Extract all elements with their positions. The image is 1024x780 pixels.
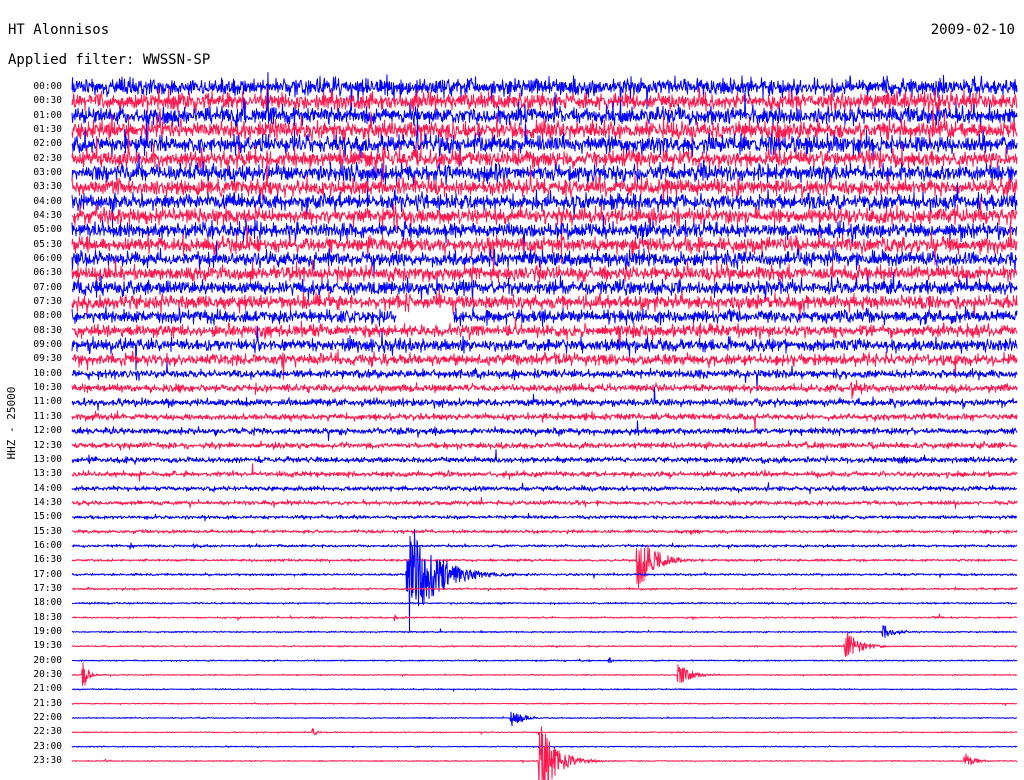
trace-2200 — [72, 711, 1018, 727]
trace-0700 — [71, 272, 1018, 303]
trace-1100 — [71, 386, 1018, 411]
trace-1430 — [71, 496, 1018, 509]
trace-1500 — [71, 512, 1018, 522]
trace-1900 — [71, 625, 1018, 638]
trace-2000 — [72, 657, 1018, 664]
trace-1330 — [71, 463, 1018, 482]
trace-1730 — [71, 586, 1018, 592]
trace-1130 — [71, 410, 1018, 433]
trace-1830 — [72, 613, 1018, 622]
trace-1930 — [71, 631, 1018, 657]
trace-1030 — [71, 380, 1018, 400]
trace-0800 — [71, 306, 1018, 327]
trace-2130 — [71, 702, 1018, 706]
trace-1300 — [71, 449, 1018, 465]
trace-2100 — [71, 687, 1018, 692]
trace-1400 — [71, 482, 1018, 495]
seismogram-traces — [71, 72, 1018, 780]
trace-1530 — [71, 528, 1018, 536]
helicorder-page: HT Alonnisos 2009-02-10 Applied filter: … — [0, 0, 1024, 780]
trace-1800 — [71, 601, 1018, 606]
trace-1600 — [71, 542, 1018, 550]
trace-1630 — [71, 544, 1018, 589]
trace-1230 — [71, 440, 1018, 451]
trace-0300 — [71, 154, 1018, 203]
trace-1200 — [71, 420, 1018, 442]
trace-2330 — [71, 726, 1018, 780]
trace-2230 — [71, 728, 1018, 736]
trace-2030 — [72, 662, 1018, 686]
